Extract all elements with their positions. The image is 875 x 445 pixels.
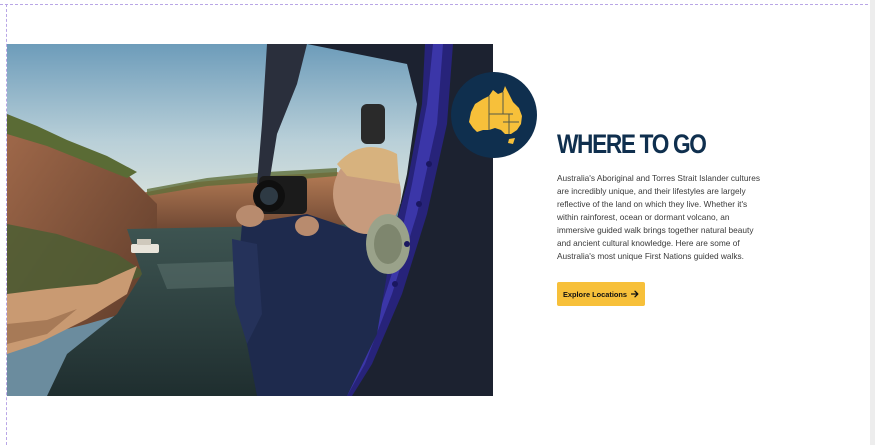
australia-map-icon (469, 86, 522, 144)
explore-locations-button[interactable]: Explore Locations (557, 282, 645, 306)
explore-locations-label: Explore Locations (562, 289, 628, 299)
australia-map-badge (451, 72, 537, 158)
section-heading: WHERE TO GO (557, 129, 707, 159)
layout-guide-top (0, 4, 868, 5)
scrollbar[interactable] (870, 0, 875, 445)
page: WHERE TO GO Australia's Aboriginal and T… (0, 0, 875, 445)
hero-photo (7, 44, 493, 396)
section-description: Australia's Aboriginal and Torres Strait… (557, 173, 760, 261)
arrow-right-icon (631, 290, 639, 298)
